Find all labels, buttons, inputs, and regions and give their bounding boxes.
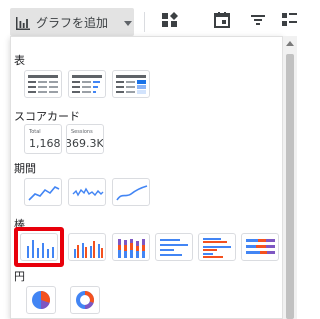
- menu-scrollbar[interactable]: [283, 36, 297, 319]
- table-with-heatmap-icon: [116, 75, 146, 94]
- chart-option-pie-chart[interactable]: [26, 286, 56, 314]
- toolbar-divider: [144, 12, 145, 32]
- chart-option-stacked-column-chart[interactable]: [112, 233, 150, 261]
- section-label-timeseries: 期間: [14, 162, 36, 175]
- scorecard-label: Total: [29, 129, 41, 135]
- smoothed-time-series-icon: [116, 185, 148, 201]
- bar-chart-icon: [160, 239, 188, 256]
- toolbar: グラフを追加: [0, 0, 299, 38]
- chart-option-grouped-bar-chart[interactable]: [198, 233, 236, 261]
- add-control-icon[interactable]: [160, 10, 180, 30]
- chart-option-table-with-bars[interactable]: [68, 70, 106, 98]
- section-label-table: 表: [14, 54, 25, 67]
- scorecard-value: 1,168: [29, 137, 61, 150]
- time-series-icon: [28, 186, 60, 201]
- sparkline-icon: [72, 187, 104, 197]
- section-label-pie: 円: [14, 270, 25, 283]
- table-icon: [28, 75, 58, 93]
- data-icon[interactable]: [280, 10, 299, 30]
- chevron-down-icon: [124, 21, 132, 26]
- chart-option-stacked-bar-chart[interactable]: [241, 233, 279, 261]
- chart-option-scorecard-compact[interactable]: Sessions 369.3K: [66, 124, 104, 154]
- donut-chart-icon: [76, 291, 94, 309]
- chart-option-table[interactable]: [24, 70, 62, 98]
- chart-option-donut-chart[interactable]: [70, 286, 100, 314]
- grouped-bar-chart-icon: [203, 238, 231, 258]
- pie-chart-icon: [32, 291, 51, 309]
- add-chart-label: グラフを追加: [36, 16, 109, 30]
- grouped-column-chart-icon: [74, 241, 103, 258]
- selection-highlight: [14, 227, 64, 267]
- scorecard-label: Sessions: [71, 129, 93, 135]
- section-label-scorecard: スコアカード: [14, 110, 80, 123]
- chart-option-grouped-column-chart[interactable]: [68, 233, 106, 261]
- scorecard-value: 369.3K: [66, 137, 104, 150]
- calendar-icon[interactable]: [212, 10, 232, 30]
- table-with-bars-icon: [72, 75, 102, 93]
- chart-option-table-with-heatmap[interactable]: [112, 70, 150, 98]
- add-chart-button[interactable]: グラフを追加: [10, 8, 134, 36]
- chart-option-scorecard[interactable]: Total 1,168: [24, 124, 62, 154]
- stacked-column-chart-icon: [118, 239, 145, 258]
- filter-icon[interactable]: [248, 10, 268, 30]
- chart-option-smoothed-time-series[interactable]: [112, 178, 150, 206]
- stacked-bar-chart-icon: [246, 239, 275, 254]
- scroll-up-icon[interactable]: [286, 41, 294, 46]
- scrollbar-thumb[interactable]: [286, 54, 294, 319]
- chart-option-sparkline[interactable]: [68, 178, 106, 206]
- chart-option-bar-chart[interactable]: [155, 233, 193, 261]
- bar-chart-icon: [16, 15, 30, 30]
- chart-option-time-series[interactable]: [24, 178, 62, 206]
